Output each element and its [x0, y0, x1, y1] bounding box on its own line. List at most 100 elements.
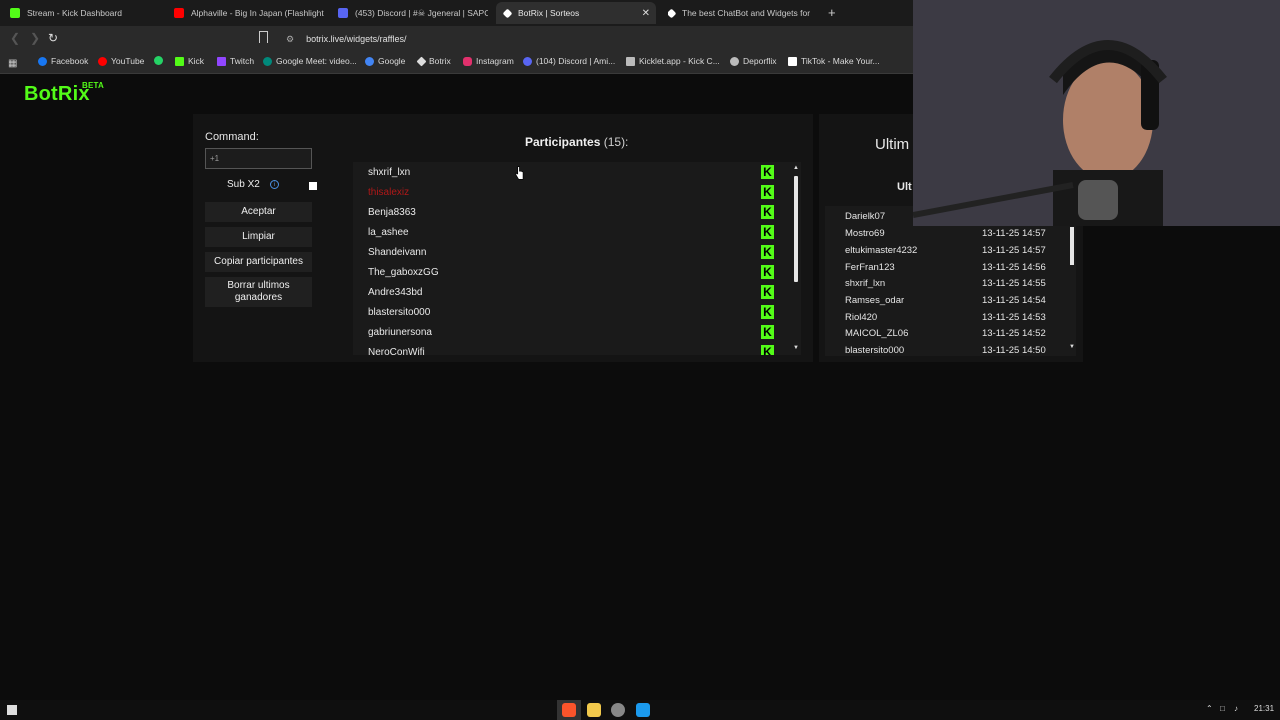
bookmark-instagram[interactable]: Instagram — [463, 56, 514, 66]
kick-icon: K — [761, 305, 774, 319]
copy-participants-button[interactable]: Copiar participantes — [205, 252, 312, 272]
kick-icon: K — [761, 165, 774, 179]
winner-time: 13-11-25 14:57 — [982, 228, 1046, 239]
reload-icon[interactable]: ↻ — [48, 31, 58, 45]
site-info-icon[interactable]: ⚙ — [286, 34, 294, 45]
winners-scroll-thumb[interactable] — [1070, 227, 1074, 265]
close-tab-icon[interactable]: ✕ — [642, 8, 650, 19]
winners-subtitle: Ult — [897, 181, 912, 193]
scroll-down-icon[interactable]: ▼ — [1069, 344, 1075, 350]
participant-name: thisalexiz — [368, 186, 410, 198]
bookmark-google[interactable]: Google — [365, 56, 405, 66]
bookmark-kicklet[interactable]: Kicklet.app - Kick C... — [626, 56, 720, 66]
brave-browser-icon[interactable] — [562, 703, 576, 717]
instagram-icon — [463, 56, 472, 66]
tab-title: Alphaville - Big In Japan (Flashlights, — [191, 8, 324, 18]
winners-list[interactable]: Darielk07 Mostro69 13-11-25 14:57 eltukim… — [825, 206, 1076, 356]
winner-name: Ramses_odar — [845, 295, 905, 306]
tiktok-icon — [788, 56, 797, 66]
bookmark-facebook[interactable]: Facebook — [38, 56, 88, 66]
winner-row: Riol420 13-11-25 14:53 — [845, 312, 1060, 328]
tab-discord[interactable]: (453) Discord | #☠ Jgeneral | SAPO — [338, 2, 488, 24]
google-meet-icon — [263, 56, 272, 66]
url-field[interactable]: ⚙ botrix.live/widgets/raffles/ — [282, 29, 902, 49]
bookmark-google-meet[interactable]: Google Meet: video... — [263, 56, 357, 66]
participant-name: gabriunersona — [368, 326, 432, 338]
participant-row: la_ashee K — [368, 222, 778, 242]
twitch-icon — [217, 56, 226, 66]
participant-row: The_gaboxzGG K — [368, 262, 778, 282]
whatsapp-icon — [154, 56, 163, 65]
winner-name: FerFran123 — [845, 262, 895, 273]
tab-youtube-music[interactable]: Alphaville - Big In Japan (Flashlights, — [174, 2, 324, 24]
winner-time: 13-11-25 14:50 — [982, 345, 1046, 356]
apps-grid-icon[interactable]: ▦ — [8, 58, 17, 69]
bookmark-youtube[interactable]: YouTube — [98, 56, 144, 66]
bookmark-twitch[interactable]: Twitch — [217, 56, 254, 66]
tab-botrix-home[interactable]: The best ChatBot and Widgets for Ki — [668, 2, 813, 24]
command-input[interactable]: +1 — [205, 148, 312, 169]
botrix-icon — [668, 8, 677, 18]
bookmark-label: Deporflix — [743, 56, 777, 66]
winner-name: shxrif_lxn — [845, 278, 886, 289]
bookmark-whatsapp[interactable] — [154, 56, 167, 65]
bookmark-tiktok[interactable]: TikTok - Make Your... — [788, 56, 880, 66]
winner-name: Riol420 — [845, 312, 878, 323]
winner-name: Darielk07 — [845, 211, 886, 222]
windows-start-icon[interactable] — [7, 705, 17, 715]
winner-row: Ramses_odar 13-11-25 14:54 — [845, 295, 1060, 311]
bookmark-label: Instagram — [476, 56, 514, 66]
bookmark-icon[interactable] — [259, 31, 268, 43]
raffle-panel: Command: +1 Sub X2 i Aceptar Limpiar Cop… — [193, 114, 813, 362]
winner-row: FerFran123 13-11-25 14:56 — [845, 262, 1060, 278]
network-icon[interactable]: □ — [1220, 704, 1225, 713]
tab-botrix-sorteos[interactable]: BotRix | Sorteos ✕ — [496, 2, 656, 24]
clear-button[interactable]: Limpiar — [205, 227, 312, 247]
bookmark-deporflix[interactable]: Deporflix — [730, 56, 777, 66]
participant-name: Shandeivann — [368, 246, 427, 258]
steam-icon[interactable] — [636, 703, 650, 717]
kick-icon: K — [761, 265, 774, 279]
facebook-icon — [38, 56, 47, 66]
winner-name: MAICOL_ZL06 — [845, 328, 909, 339]
bookmark-botrix[interactable]: Botrix — [416, 56, 451, 66]
command-label: Command: — [205, 131, 259, 143]
button-label-line-2: ganadores — [234, 292, 283, 303]
participant-row: shxrif_lxn K — [368, 162, 778, 182]
kick-icon: K — [761, 225, 774, 239]
clock[interactable]: 21:31 — [1254, 704, 1274, 713]
bookmark-discord[interactable]: (104) Discord | Ami... — [523, 56, 615, 66]
tab-kick-dashboard[interactable]: Stream - Kick Dashboard — [10, 2, 160, 24]
participants-scroll-thumb[interactable] — [794, 176, 798, 282]
participant-name: blastersito000 — [368, 306, 431, 318]
discord-icon — [338, 8, 348, 18]
kick-icon: K — [761, 325, 774, 339]
winner-row: MAICOL_ZL06 13-11-25 14:52 — [845, 328, 1060, 344]
kick-icon — [10, 8, 20, 18]
participants-list[interactable]: shxrif_lxn K thisalexiz K Benja8363 K la_as… — [353, 162, 801, 355]
volume-icon[interactable]: ♪ — [1234, 704, 1238, 713]
forward-icon[interactable]: ❯ — [30, 31, 40, 45]
scroll-up-icon[interactable]: ▲ — [793, 165, 799, 171]
obs-icon[interactable] — [611, 703, 625, 717]
participants-title: Participantes (15): — [525, 135, 628, 149]
tray-chevron-icon[interactable]: ⌃ — [1206, 704, 1213, 713]
tab-title: Stream - Kick Dashboard — [27, 8, 122, 18]
bookmark-label: Kick — [188, 56, 205, 66]
accept-button[interactable]: Aceptar — [205, 202, 312, 222]
winner-name: eltukimaster4232 — [845, 245, 918, 256]
bookmark-kick[interactable]: Kick — [175, 56, 204, 66]
kick-icon: K — [761, 285, 774, 299]
file-explorer-icon[interactable] — [587, 703, 601, 717]
participant-row: Andre343bd K — [368, 282, 778, 302]
botrix-logo[interactable]: BotRix BETA — [24, 81, 104, 106]
sub-x2-checkbox[interactable] — [309, 182, 317, 190]
delete-last-winners-button[interactable]: Borrar ultimos ganadores — [205, 277, 312, 307]
info-icon[interactable]: i — [270, 180, 279, 189]
winner-time: 13-11-25 14:52 — [982, 328, 1046, 339]
new-tab-button[interactable]: + — [828, 5, 836, 20]
back-icon[interactable]: ❮ — [10, 31, 20, 45]
scroll-down-icon[interactable]: ▼ — [793, 345, 799, 351]
participant-row: blastersito000 K — [368, 302, 778, 322]
sub-x2-label: Sub X2 — [227, 179, 260, 190]
